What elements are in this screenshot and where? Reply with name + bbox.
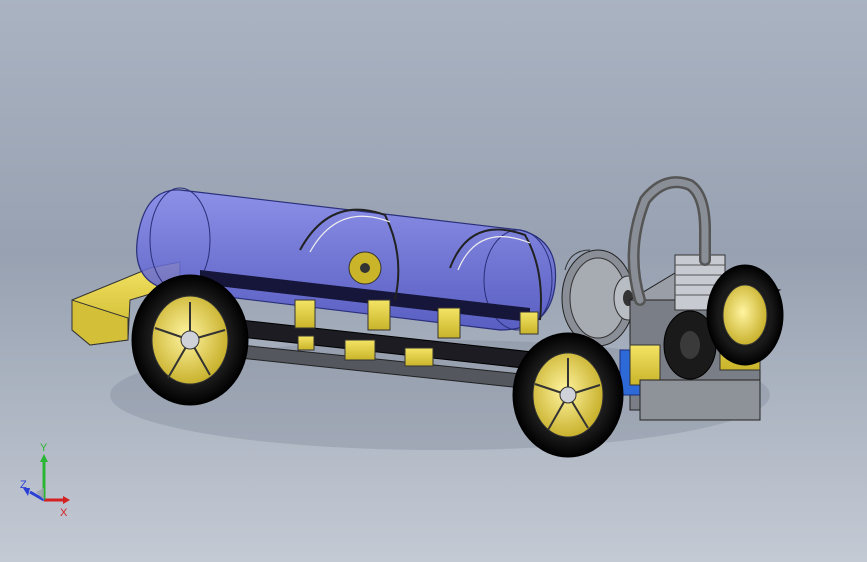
wheel-rear-right [706, 264, 784, 366]
wheel-front-left [131, 274, 249, 406]
wheel-front-right [512, 332, 624, 458]
x-axis-label: X [60, 507, 68, 519]
y-axis-label: Y [40, 442, 48, 454]
z-axis-label: Z [20, 479, 27, 491]
car-model-render[interactable] [0, 0, 867, 562]
axis-triad: X Y Z [20, 442, 70, 519]
cad-viewport[interactable]: X Y Z [0, 0, 867, 562]
